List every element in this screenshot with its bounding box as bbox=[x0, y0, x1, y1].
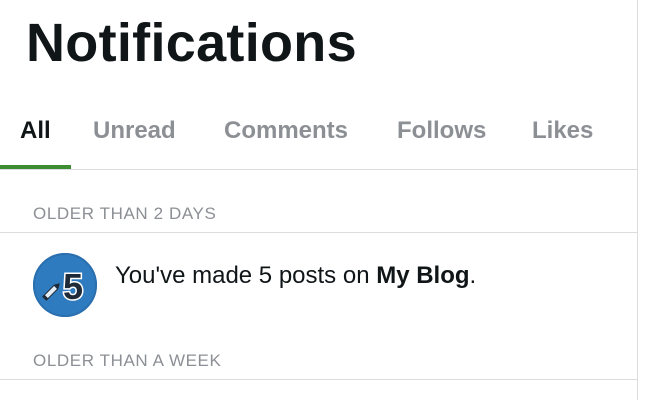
section-header-older-than-2-days: OLDER THAN 2 DAYS bbox=[33, 204, 217, 223]
section-header-older-than-a-week: OLDER THAN A WEEK bbox=[33, 351, 222, 370]
tab-all[interactable]: All bbox=[20, 118, 51, 144]
notification-item[interactable]: 5 You've made 5 posts on My Blog. bbox=[0, 233, 637, 337]
notification-text: You've made 5 posts on My Blog. bbox=[115, 261, 476, 291]
section-divider bbox=[0, 379, 637, 380]
notification-filter-tabs: All Unread Comments Follows Likes bbox=[0, 106, 637, 170]
tab-follows[interactable]: Follows bbox=[397, 118, 486, 144]
notifications-screen: Notifications All Unread Comments Follow… bbox=[0, 0, 656, 400]
notification-text-before: You've made 5 posts on bbox=[115, 262, 377, 289]
tab-unread[interactable]: Unread bbox=[93, 118, 176, 144]
notification-text-after: . bbox=[469, 262, 477, 289]
notifications-panel: Notifications All Unread Comments Follow… bbox=[0, 0, 638, 400]
notification-site-name[interactable]: My Blog bbox=[376, 262, 469, 289]
tab-comments[interactable]: Comments bbox=[224, 118, 348, 144]
active-tab-indicator bbox=[0, 165, 71, 169]
page-title: Notifications bbox=[26, 13, 357, 73]
badge-number: 5 bbox=[63, 266, 83, 307]
pencil-milestone-icon: 5 bbox=[33, 253, 97, 317]
tab-likes[interactable]: Likes bbox=[532, 118, 593, 144]
milestone-badge-graphic: 5 bbox=[33, 253, 97, 317]
